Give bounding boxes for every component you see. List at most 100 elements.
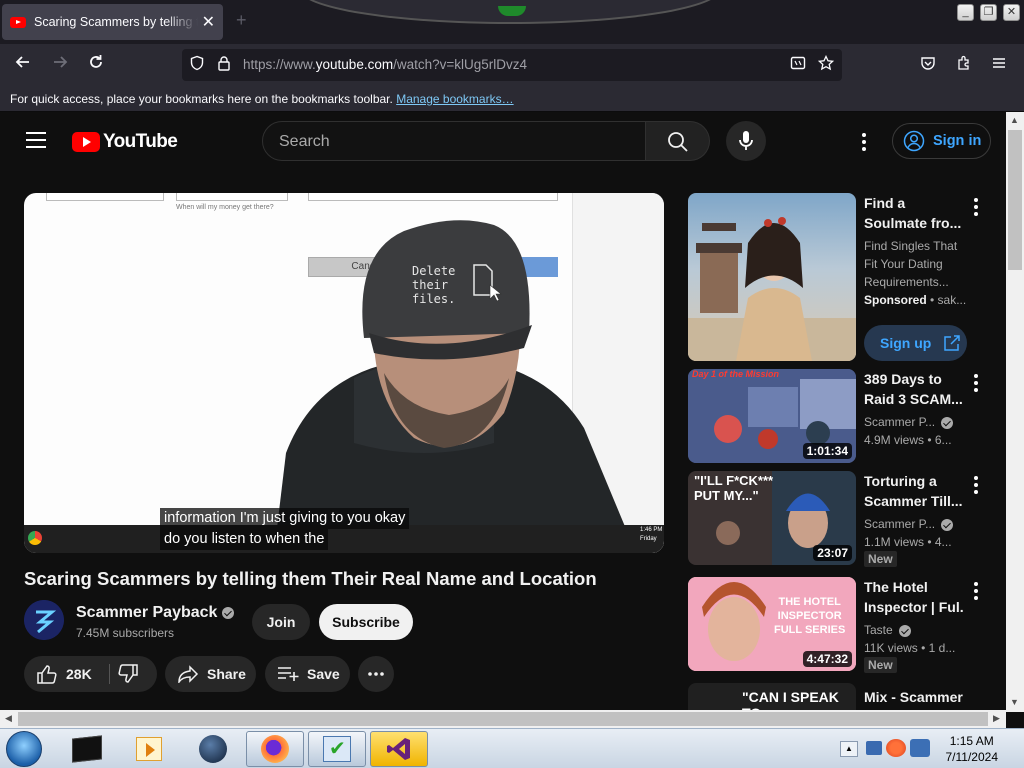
firefox-icon [261,735,289,763]
scammer-payback-logo-icon [24,600,64,640]
minimize-window-icon[interactable]: _ [957,4,974,21]
start-button[interactable] [6,731,42,767]
rec-channel[interactable]: Scammer P... [864,515,954,533]
scroll-down-icon[interactable]: ▼ [1010,697,1019,707]
rec-title-line-2: Inspector | Ful... [864,599,964,615]
subscribe-button[interactable]: Subscribe [319,604,413,640]
youtube-logo[interactable]: YouTube [72,131,178,153]
screen: Scaring Scammers by telling them Their R… [0,0,1024,768]
video-duration: 1:01:34 [802,443,852,459]
tab-close-icon[interactable]: ✕ [202,12,215,32]
address-bar[interactable]: https://www.youtube.com/watch?v=klUg5rlD… [182,49,842,81]
search-input[interactable]: Search [262,121,646,161]
save-button[interactable]: Save [265,656,350,692]
tracking-shield-icon[interactable] [187,55,207,75]
back-arrow-icon[interactable] [10,52,36,78]
like-count[interactable]: 28K [66,666,92,682]
app-menu-icon[interactable] [986,52,1012,78]
video-player[interactable]: When will my money get there? Cancel Del… [24,193,664,553]
page-vertical-scrollbar[interactable]: ▲ ▼ [1006,112,1024,712]
ad-sign-up-button[interactable]: Sign up [864,325,967,361]
page-horizontal-scrollbar[interactable]: ◀ ▶ [0,710,1006,728]
rec-title-line-2: Raid 3 SCAM... [864,391,963,407]
taskbar-app-visual-studio[interactable] [370,731,428,767]
search-button[interactable] [646,121,710,161]
url-prefix: https://www. [243,57,316,72]
recommendation-title[interactable]: The Hotel Inspector | Ful... [864,577,964,617]
restore-window-icon[interactable]: ❐ [980,4,997,21]
scrollbar-thumb[interactable] [18,712,988,726]
new-badge: New [864,657,897,673]
url-host: youtube.com [315,57,394,72]
close-window-icon[interactable]: ✕ [1003,4,1020,21]
taskbar-app-firefox[interactable] [246,731,304,767]
like-divider [109,664,110,684]
bookmarks-hint: For quick access, place your bookmarks h… [10,92,514,106]
browser-tab-strip: Scaring Scammers by telling them Their R… [0,0,1024,44]
scroll-up-icon[interactable]: ▲ [1010,115,1019,125]
rec-channel[interactable]: Scammer P... [864,413,954,431]
guide-menu-icon[interactable] [26,132,46,148]
forward-arrow-icon[interactable] [47,52,73,78]
lock-icon[interactable] [214,55,234,75]
recommendation-thumbnail[interactable]: "I'LL F*CK*** PUT MY..." 23:07 [688,471,856,565]
scrollbar-thumb[interactable] [1008,130,1022,270]
reload-icon[interactable] [83,52,109,78]
firefox-tray-icon[interactable] [886,739,906,757]
scroll-right-icon[interactable]: ▶ [993,713,1000,724]
taskbar-clock[interactable]: 1:15 AM 7/11/2024 [946,733,999,765]
rec-channel-name: Scammer P... [864,415,936,429]
recommendation-more-icon[interactable] [974,374,978,395]
show-hidden-icons-button[interactable]: ▲ [840,741,858,757]
display-tray-icon[interactable] [910,739,930,757]
new-tab-button[interactable]: + [236,10,247,31]
verified-badge-icon [222,606,235,619]
recommendation-more-icon[interactable] [974,582,978,603]
settings-more-icon[interactable] [862,133,866,154]
manage-bookmarks-link[interactable]: Manage bookmarks… [396,92,513,106]
recommendation-thumbnail[interactable]: THE HOTEL INSPECTOR FULL SERIES 4:47:32 [688,577,856,671]
ad-title[interactable]: Find a Soulmate fro... [864,193,964,233]
join-button[interactable]: Join [252,604,310,640]
browser-tab-active[interactable]: Scaring Scammers by telling them Their R… [2,4,223,40]
recommendation-thumbnail[interactable]: "CAN I SPEAK TO [688,683,856,710]
translate-page-icon[interactable] [788,55,808,75]
clock-date: 7/11/2024 [945,750,999,764]
sign-in-button[interactable]: Sign in [892,123,991,159]
verified-badge-icon [941,518,954,531]
video-duration: 23:07 [813,545,852,561]
recommendation-title[interactable]: 389 Days to Raid 3 SCAM... [864,369,964,409]
svg-text:their: their [412,278,448,292]
recommendation-title[interactable]: Torturing a Scammer Till... [864,471,964,511]
taskbar-app-terminal[interactable] [58,731,116,767]
microphone-icon [739,131,753,150]
url-text[interactable]: https://www.youtube.com/watch?v=klUg5rlD… [243,57,527,72]
taskbar-app-globe[interactable] [184,731,242,767]
share-button[interactable]: Share [165,656,256,692]
more-actions-button[interactable] [358,656,394,692]
recommendation-title[interactable]: Mix - Scammer [864,687,964,707]
channel-name[interactable]: Scammer Payback [76,604,235,622]
rec-title-line-1: Mix - Scammer [864,689,963,705]
scroll-left-icon[interactable]: ◀ [5,713,12,724]
recommendation-more-icon[interactable] [974,476,978,497]
extensions-icon[interactable] [951,52,977,78]
ad-thumbnail[interactable] [688,193,856,361]
like-icon[interactable] [36,664,58,684]
ad-more-icon[interactable] [974,198,978,219]
pocket-icon[interactable] [915,52,941,78]
rec-channel[interactable]: Taste [864,621,955,639]
network-icon[interactable] [866,741,882,755]
taskbar-app-tasks[interactable]: ✔ [308,731,366,767]
dislike-icon[interactable] [117,664,139,687]
recommendation-meta: Taste 11K views • 1 d... [864,621,955,657]
voice-search-button[interactable] [726,121,766,161]
subscriber-count: 7.45M subscribers [76,626,175,640]
channel-avatar[interactable] [24,600,64,640]
search-placeholder: Search [279,133,330,150]
verified-badge-icon [941,416,954,429]
recommendation-thumbnail[interactable]: Day 1 of the Mission 1:01:34 [688,369,856,463]
closed-captions: information I'm just giving to you okay … [160,508,410,550]
bookmark-star-icon[interactable] [816,54,836,75]
taskbar-app-media[interactable] [120,731,178,767]
